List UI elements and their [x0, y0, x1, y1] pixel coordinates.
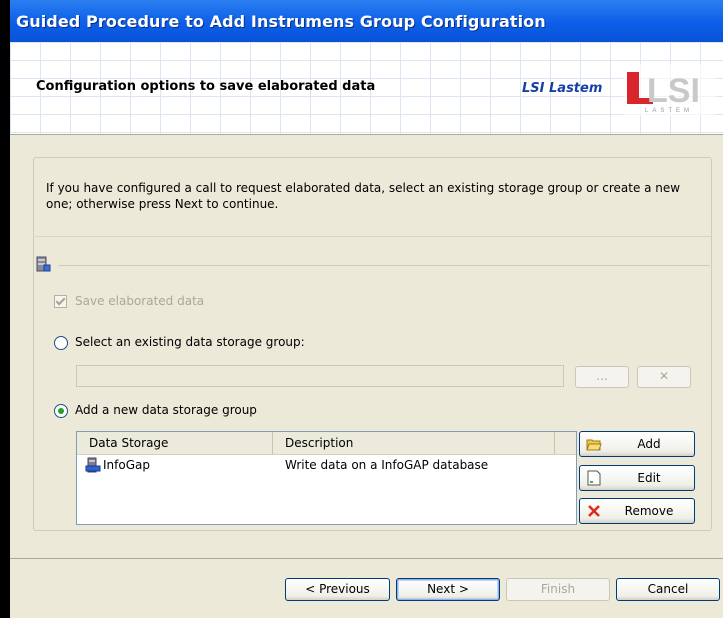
header-divider: [10, 134, 723, 135]
clear-icon: ✕: [658, 369, 670, 383]
storage-name: InfoGap: [103, 458, 150, 472]
add-new-radio[interactable]: [54, 404, 68, 418]
select-existing-label: Select an existing data storage group:: [75, 335, 305, 349]
column-header-description[interactable]: Description: [273, 432, 555, 454]
save-elaborated-checkbox[interactable]: [54, 295, 67, 308]
existing-storage-field[interactable]: [76, 365, 564, 387]
folder-open-icon: [586, 439, 602, 451]
browse-button[interactable]: ...: [575, 366, 629, 388]
data-storage-list[interactable]: Data Storage Description InfoGap Write d…: [76, 431, 577, 525]
list-item[interactable]: InfoGap Write data on a InfoGAP database: [77, 455, 576, 475]
document-icon: [587, 470, 601, 486]
wizard-window: Guided Procedure to Add Instrumens Group…: [10, 0, 723, 618]
add-new-label: Add a new data storage group: [75, 403, 257, 417]
list-header: Data Storage Description: [77, 432, 576, 455]
add-button[interactable]: Add: [579, 431, 695, 457]
logo-text: LSI: [647, 72, 700, 110]
intro-divider: [33, 236, 712, 237]
database-icon: [85, 457, 101, 473]
next-button[interactable]: Next >: [396, 578, 500, 601]
remove-button-label: Remove: [624, 504, 674, 518]
save-elaborated-label: Save elaborated data: [75, 294, 205, 308]
select-existing-radio[interactable]: [54, 336, 68, 350]
logo-subtext: LASTEM: [645, 108, 693, 114]
previous-button[interactable]: < Previous: [285, 578, 390, 601]
intro-text: If you have configured a call to request…: [46, 181, 681, 211]
clear-button[interactable]: ✕: [637, 366, 691, 388]
edit-button[interactable]: Edit: [579, 465, 695, 491]
page-title: Configuration options to save elaborated…: [36, 79, 376, 94]
cancel-button[interactable]: Cancel: [616, 578, 720, 601]
footer-divider: [10, 558, 723, 559]
storage-group-icon: [36, 256, 51, 272]
brand-text: LSI Lastem: [522, 81, 603, 96]
storage-description: Write data on a InfoGAP database: [285, 458, 489, 472]
window-title: Guided Procedure to Add Instrumens Group…: [16, 12, 546, 31]
group-divider: [58, 265, 710, 266]
lsi-lastem-logo: LSI LASTEM: [623, 64, 715, 116]
wizard-header: Configuration options to save elaborated…: [10, 42, 723, 134]
remove-button[interactable]: Remove: [579, 498, 695, 524]
finish-button[interactable]: Finish: [506, 578, 610, 601]
add-button-label: Add: [637, 437, 661, 451]
column-header-data-storage[interactable]: Data Storage: [77, 432, 273, 454]
delete-icon: [588, 505, 600, 517]
edit-button-label: Edit: [637, 471, 661, 485]
title-bar: Guided Procedure to Add Instrumens Group…: [10, 0, 723, 42]
